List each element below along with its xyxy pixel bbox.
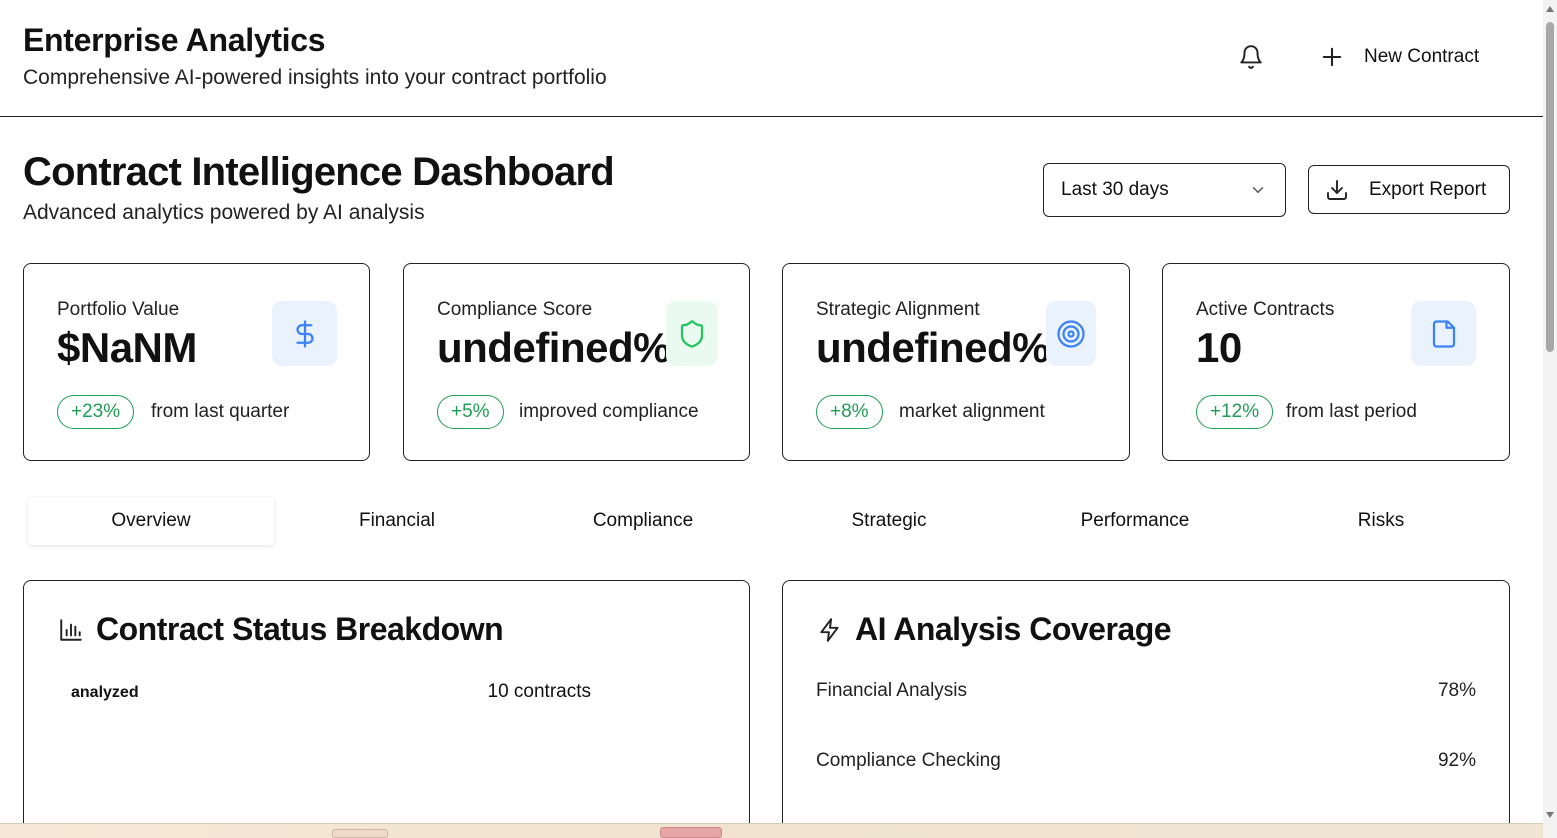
stat-value: 10 [1196,324,1242,371]
bar-chart-icon [60,618,82,641]
date-range-select[interactable]: Last 30 days [1043,163,1286,217]
stat-card-active-contracts: Active Contracts 10 +12% from last perio… [1162,263,1510,461]
stat-change-badge: +5% [437,395,504,429]
bell-icon[interactable] [1238,44,1264,70]
scroll-up-arrow-icon[interactable] [1546,6,1554,12]
app-header: Enterprise Analytics Comprehensive AI-po… [0,0,1543,117]
export-report-button[interactable]: Export Report [1308,165,1510,214]
coverage-row: Compliance Checking 92% [816,750,1476,772]
tab-risks[interactable]: Risks [1258,497,1504,545]
dashboard-tabs: Overview Financial Compliance Strategic … [28,497,1504,545]
coverage-label: Financial Analysis [816,680,968,701]
dollar-icon [295,319,314,348]
stat-note: improved compliance [519,401,699,422]
scroll-down-arrow-icon[interactable] [1546,812,1554,818]
stat-label: Compliance Score [437,299,593,320]
stat-value: $NaNM [57,324,197,371]
new-contract-button[interactable]: New Contract [1318,40,1479,74]
lightning-icon [820,617,839,642]
tab-strategic[interactable]: Strategic [766,497,1012,545]
chevron-down-icon [1252,187,1264,193]
stat-note: from last period [1286,401,1417,422]
tab-compliance[interactable]: Compliance [520,497,766,545]
taskbar-item[interactable] [660,827,722,838]
stat-icon-box [1411,301,1476,366]
app-subtitle: Comprehensive AI-powered insights into y… [23,66,607,89]
stat-change-badge: +8% [816,395,883,429]
stat-icon-box [272,301,337,366]
stat-label: Strategic Alignment [816,299,980,320]
stat-label: Portfolio Value [57,299,180,320]
document-icon [1432,319,1455,348]
status-count: 10 contracts [487,681,592,702]
page: Enterprise Analytics Comprehensive AI-po… [0,0,1557,838]
new-contract-label: New Contract [1364,46,1480,67]
stat-card-portfolio-value: Portfolio Value $NaNM +23% from last qua… [23,263,370,461]
coverage-value: 92% [1437,750,1476,771]
stat-change-badge: +12% [1196,395,1274,429]
target-icon [1057,319,1085,348]
stat-icon-box [1046,301,1096,366]
stat-card-compliance-score: Compliance Score undefined% +5% improved… [403,263,750,461]
ai-coverage-panel: AI Analysis Coverage Financial Analysis … [782,580,1510,838]
coverage-value: 78% [1437,680,1476,701]
stat-icon-box [666,301,718,366]
taskbar [0,823,1543,838]
plus-icon [1322,47,1342,67]
stat-change-badge: +23% [57,395,135,429]
panel-title: AI Analysis Coverage [855,611,1172,647]
stat-label: Active Contracts [1196,299,1335,320]
scrollbar-thumb[interactable] [1546,22,1554,352]
panel-header: AI Analysis Coverage [817,611,1172,648]
vertical-scrollbar[interactable] [1543,0,1557,838]
status-row: analyzed 10 contracts [71,681,591,703]
status-name: analyzed [71,684,139,701]
panel-header: Contract Status Breakdown [58,611,504,648]
shield-icon [680,319,704,348]
app-title: Enterprise Analytics [23,22,326,58]
coverage-label: Compliance Checking [816,750,1001,771]
stat-card-strategic-alignment: Strategic Alignment undefined% +8% marke… [782,263,1130,461]
contract-status-panel: Contract Status Breakdown analyzed 10 co… [23,580,750,838]
dashboard-title: Contract Intelligence Dashboard [23,150,615,194]
tab-financial[interactable]: Financial [274,497,520,545]
stat-value: undefined% [437,324,671,371]
coverage-row: Financial Analysis 78% [816,680,1476,702]
stat-note: from last quarter [151,401,290,422]
download-icon [1327,179,1347,200]
tab-overview[interactable]: Overview [28,497,274,545]
date-range-value: Last 30 days [1061,179,1169,200]
stat-note: market alignment [899,401,1045,422]
stat-value: undefined% [816,324,1050,371]
export-report-label: Export Report [1369,178,1487,200]
dashboard-subtitle: Advanced analytics powered by AI analysi… [23,201,425,224]
taskbar-item[interactable] [332,829,388,838]
panel-title: Contract Status Breakdown [96,611,504,647]
tab-performance[interactable]: Performance [1012,497,1258,545]
